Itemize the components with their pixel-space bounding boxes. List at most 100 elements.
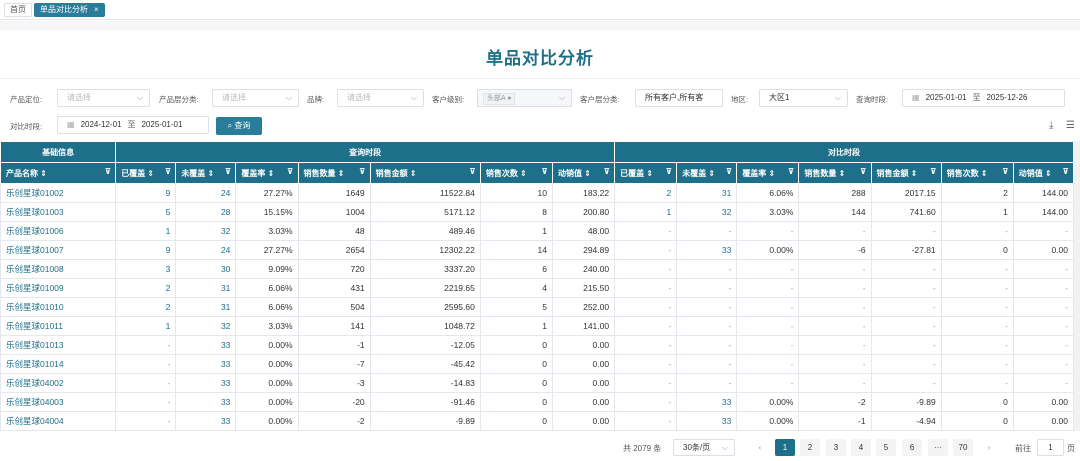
product-name-link[interactable]: 乐创星球04003 — [0, 392, 117, 412]
column-header[interactable]: 未覆盖 ⇕ ⊽ — [676, 162, 738, 184]
sort-icon[interactable]: ⇕ — [644, 169, 653, 178]
table-cell[interactable]: 2 — [614, 183, 678, 203]
sort-icon[interactable]: ⇕ — [336, 169, 345, 178]
sort-icon[interactable]: ⇕ — [38, 169, 47, 178]
column-header[interactable]: 已覆盖 ⇕ ⊽ — [115, 162, 177, 184]
table-cell[interactable]: 32 — [175, 316, 237, 336]
filter-icon[interactable]: ⊽ — [287, 167, 294, 176]
product-name-link[interactable]: 乐创星球04004 — [0, 411, 117, 431]
sort-icon[interactable]: ⇕ — [582, 169, 591, 178]
table-cell[interactable]: 31 — [676, 183, 738, 203]
table-cell[interactable]: 1 — [115, 221, 177, 241]
table-cell[interactable]: 33 — [175, 392, 237, 412]
column-header[interactable]: 销售次数 ⇕ ⊽ — [940, 162, 1014, 184]
column-header[interactable]: 销售次数 ⇕ ⊽ — [479, 162, 553, 184]
page-button[interactable]: 5 — [876, 439, 896, 456]
table-cell[interactable]: 2 — [115, 278, 177, 298]
table-cell[interactable]: 28 — [175, 202, 237, 222]
table-cell[interactable]: 1 — [614, 202, 678, 222]
product-name-link[interactable]: 乐创星球01003 — [0, 202, 117, 222]
sort-icon[interactable]: ⇕ — [205, 169, 215, 178]
page-button[interactable]: ··· — [928, 439, 948, 456]
sort-icon[interactable]: ⇕ — [145, 169, 154, 178]
table-cell[interactable]: 3 — [115, 259, 177, 279]
query-period-range[interactable]: ▦ 2025-01-01 至 2025-12-26 — [902, 89, 1065, 107]
product-name-link[interactable]: 乐创星球01002 — [0, 183, 117, 203]
page-button[interactable]: 1 — [775, 439, 795, 456]
page-button[interactable]: 6 — [902, 439, 922, 456]
customer-level-select[interactable]: 头部A ● ⌵ — [477, 89, 572, 107]
filter-icon[interactable]: ⊽ — [930, 167, 937, 176]
page-button[interactable]: 3 — [826, 439, 846, 456]
close-icon[interactable]: × — [94, 5, 99, 14]
goto-page-input[interactable]: 1 — [1037, 439, 1064, 456]
prev-page-button[interactable]: ‹ — [750, 439, 770, 456]
query-button[interactable]: ⌕ 查询 — [216, 117, 262, 135]
table-cell[interactable]: 2 — [115, 297, 177, 317]
brand-select[interactable]: 请选择 ⌵ — [337, 89, 424, 107]
table-cell[interactable]: 33 — [175, 411, 237, 431]
table-cell[interactable]: 31 — [175, 297, 237, 317]
table-cell[interactable]: 9 — [115, 240, 177, 260]
table-cell[interactable]: 33 — [175, 335, 237, 355]
product-name-link[interactable]: 乐创星球01010 — [0, 297, 117, 317]
page-button[interactable]: 2 — [800, 439, 820, 456]
table-cell[interactable]: 24 — [175, 240, 237, 260]
filter-icon[interactable]: ⊽ — [1063, 167, 1070, 176]
column-header[interactable]: 动销值 ⇕ ⊽ — [1012, 162, 1075, 184]
table-cell[interactable]: 1 — [115, 316, 177, 336]
table-cell[interactable]: 9 — [115, 183, 177, 203]
table-cell[interactable]: 33 — [175, 373, 237, 393]
table-cell[interactable]: 33 — [676, 392, 738, 412]
product-name-link[interactable]: 乐创星球01014 — [0, 354, 117, 374]
filter-icon[interactable]: ⊽ — [604, 167, 611, 176]
sort-icon[interactable]: ⇕ — [979, 169, 988, 178]
compare-period-range[interactable]: ▦ 2024-12-01 至 2025-01-01 — [57, 116, 209, 134]
filter-icon[interactable]: ⊽ — [788, 167, 795, 176]
filter-icon[interactable]: ⊽ — [1002, 167, 1009, 176]
page-button[interactable]: 70 — [953, 439, 973, 456]
column-header[interactable]: 销售金额 ⇕ ⊽ — [369, 162, 481, 184]
page-size-select[interactable]: 30条/页 ⌵ — [673, 439, 735, 456]
table-cell[interactable]: 31 — [175, 278, 237, 298]
next-page-button[interactable]: › — [979, 439, 999, 456]
filter-icon[interactable]: ⊽ — [666, 167, 673, 176]
product-name-link[interactable]: 乐创星球01009 — [0, 278, 117, 298]
column-header[interactable]: 已覆盖 ⇕ ⊽ — [614, 162, 678, 184]
filter-icon[interactable]: ⊽ — [726, 167, 733, 176]
table-cell[interactable]: 5 — [115, 202, 177, 222]
product-name-link[interactable]: 乐创星球01011 — [0, 316, 117, 336]
filter-icon[interactable]: ⊽ — [105, 167, 112, 176]
filter-icon[interactable]: ⊽ — [469, 167, 476, 176]
table-cell[interactable]: 32 — [175, 221, 237, 241]
table-cell[interactable]: 32 — [676, 202, 738, 222]
product-name-link[interactable]: 乐创星球04002 — [0, 373, 117, 393]
column-header[interactable]: 覆盖率 ⇕ ⊽ — [736, 162, 800, 184]
column-header[interactable]: 动销值 ⇕ ⊽ — [551, 162, 616, 184]
region-select[interactable]: 大区1 ⌵ — [759, 89, 848, 107]
table-cell[interactable]: 24 — [175, 183, 237, 203]
sort-icon[interactable]: ⇕ — [265, 169, 275, 178]
customer-layer-select[interactable]: 所有客户,所有客 — [635, 89, 723, 107]
column-header[interactable]: 销售数量 ⇕ ⊽ — [297, 162, 371, 184]
sort-icon[interactable]: ⇕ — [766, 169, 776, 178]
tab-home[interactable]: 首页 — [4, 3, 32, 17]
product-name-link[interactable]: 乐创星球01013 — [0, 335, 117, 355]
download-icon[interactable]: ⤓ — [1049, 120, 1053, 131]
vertical-scrollbar[interactable] — [1074, 141, 1080, 431]
filter-icon[interactable]: ⊽ — [541, 167, 548, 176]
sort-icon[interactable]: ⇕ — [518, 169, 527, 178]
positioning-select[interactable]: 请选择 ⌵ — [57, 89, 150, 107]
column-header[interactable]: 销售数量 ⇕ ⊽ — [798, 162, 872, 184]
sort-icon[interactable]: ⇕ — [706, 169, 715, 178]
sort-icon[interactable]: ⇕ — [1043, 169, 1052, 178]
column-header[interactable]: 覆盖率 ⇕ ⊽ — [235, 162, 299, 184]
column-header[interactable]: 未覆盖 ⇕ ⊽ — [175, 162, 237, 184]
layer-category-select[interactable]: 请选择 ⌵ — [212, 89, 299, 107]
sort-icon[interactable]: ⇕ — [408, 169, 417, 178]
table-cell[interactable]: 30 — [175, 259, 237, 279]
table-cell[interactable]: 33 — [175, 354, 237, 374]
page-button[interactable]: 4 — [851, 439, 871, 456]
tab-single-product-compare[interactable]: 单品对比分析 × — [34, 3, 105, 17]
column-header[interactable]: 销售金额 ⇕ ⊽ — [870, 162, 942, 184]
